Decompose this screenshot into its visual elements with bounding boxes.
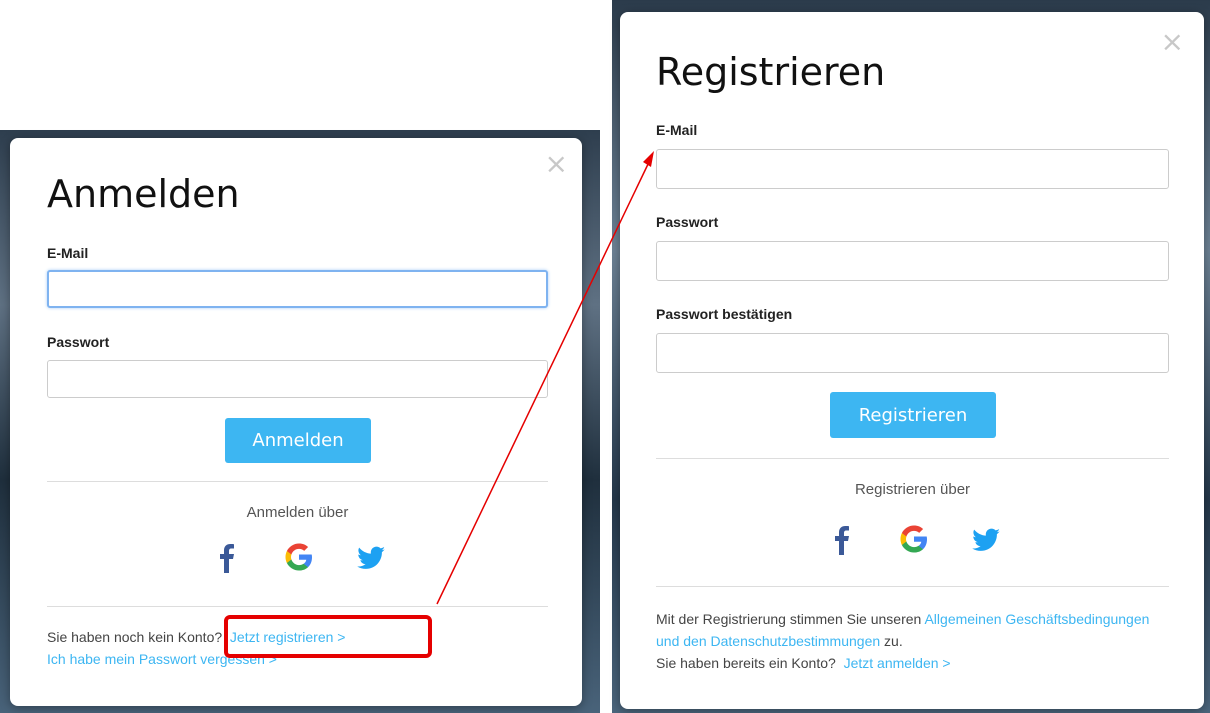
twitter-icon[interactable] bbox=[354, 540, 388, 574]
close-icon[interactable]: × bbox=[545, 150, 568, 178]
annotation-highlight-box bbox=[224, 615, 432, 658]
password-input[interactable] bbox=[47, 360, 548, 398]
facebook-icon[interactable] bbox=[825, 522, 859, 556]
divider bbox=[656, 458, 1169, 459]
close-icon[interactable]: × bbox=[1161, 28, 1184, 56]
password-input[interactable] bbox=[656, 241, 1169, 281]
have-account-text: Sie haben bereits ein Konto? bbox=[656, 655, 836, 671]
password-label: Passwort bbox=[656, 214, 719, 230]
facebook-icon[interactable] bbox=[210, 540, 244, 574]
divider bbox=[47, 481, 548, 482]
password-label: Passwort bbox=[47, 334, 110, 350]
social-register-heading: Registrieren über bbox=[854, 481, 971, 498]
email-label: E-Mail bbox=[47, 245, 89, 261]
social-register-buttons bbox=[825, 522, 1003, 556]
register-button[interactable]: Registrieren bbox=[830, 392, 996, 438]
google-icon[interactable] bbox=[897, 522, 931, 556]
register-title: Registrieren bbox=[656, 50, 886, 94]
confirm-password-input[interactable] bbox=[656, 333, 1169, 373]
google-icon[interactable] bbox=[282, 540, 316, 574]
login-button[interactable]: Anmelden bbox=[225, 418, 371, 463]
confirm-password-label: Passwort bestätigen bbox=[656, 306, 793, 322]
social-login-buttons bbox=[210, 540, 388, 574]
email-input[interactable] bbox=[47, 270, 548, 308]
divider bbox=[47, 606, 548, 607]
email-input[interactable] bbox=[656, 149, 1169, 189]
divider bbox=[656, 586, 1169, 587]
terms-suffix: zu. bbox=[884, 633, 903, 649]
twitter-icon[interactable] bbox=[969, 522, 1003, 556]
login-link[interactable]: Jetzt anmelden > bbox=[844, 655, 951, 671]
login-title: Anmelden bbox=[47, 172, 240, 216]
terms-prefix: Mit der Registrierung stimmen Sie unsere… bbox=[656, 611, 922, 627]
email-label: E-Mail bbox=[656, 122, 698, 138]
social-login-heading: Anmelden über bbox=[246, 504, 349, 521]
register-footer: Mit der Registrierung stimmen Sie unsere… bbox=[656, 608, 1176, 674]
register-modal: × Registrieren E-Mail Passwort Passwort … bbox=[620, 12, 1204, 709]
no-account-text: Sie haben noch kein Konto? bbox=[47, 629, 223, 645]
